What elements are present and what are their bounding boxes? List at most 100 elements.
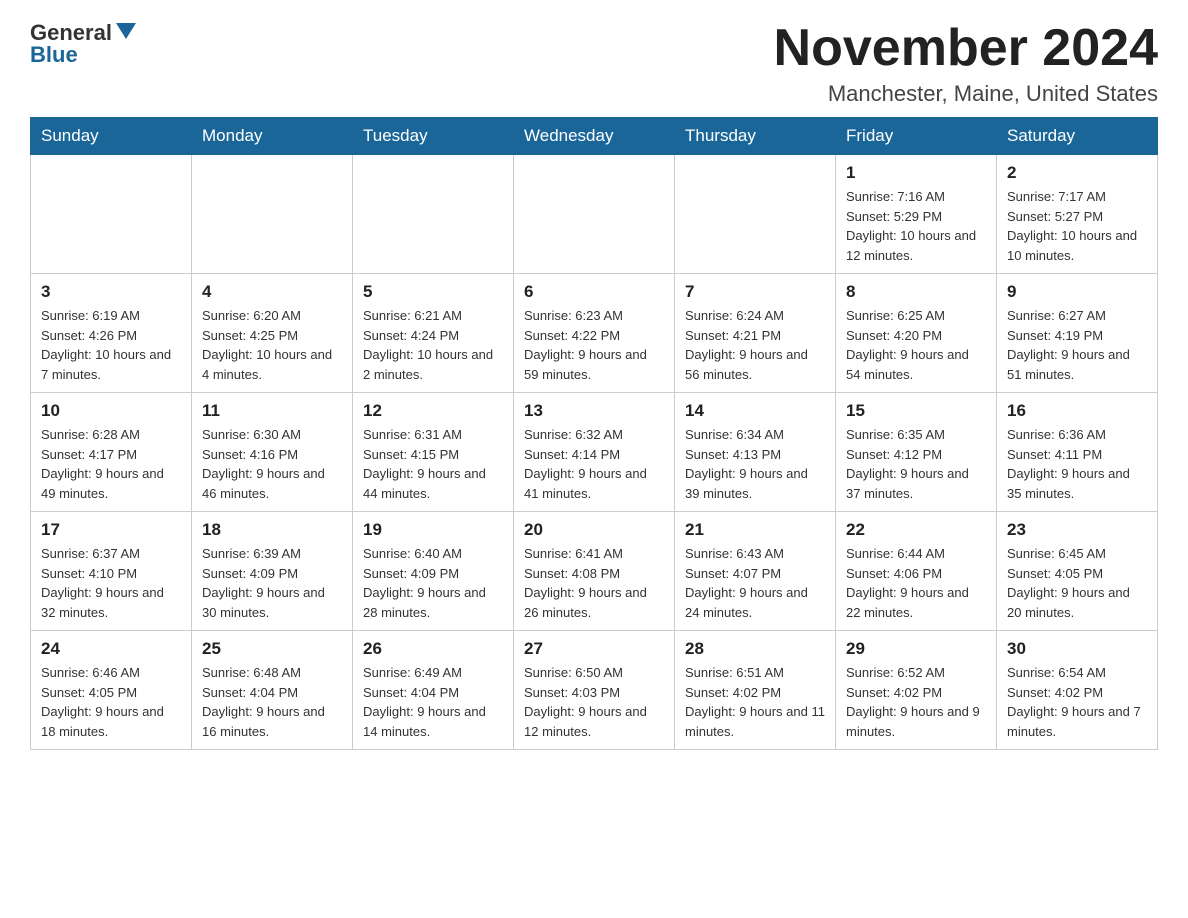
day-info: Sunrise: 6:23 AMSunset: 4:22 PMDaylight:… xyxy=(524,306,664,384)
day-info: Sunrise: 6:34 AMSunset: 4:13 PMDaylight:… xyxy=(685,425,825,503)
day-number: 26 xyxy=(363,639,503,659)
day-number: 24 xyxy=(41,639,181,659)
table-row: 17 Sunrise: 6:37 AMSunset: 4:10 PMDayligh… xyxy=(31,512,192,631)
day-number: 8 xyxy=(846,282,986,302)
day-number: 2 xyxy=(1007,163,1147,183)
table-row: 18 Sunrise: 6:39 AMSunset: 4:09 PMDayligh… xyxy=(192,512,353,631)
day-info: Sunrise: 6:21 AMSunset: 4:24 PMDaylight:… xyxy=(363,306,503,384)
day-number: 30 xyxy=(1007,639,1147,659)
table-row: 11Sunrise: 6:30 AMSunset: 4:16 PMDayligh… xyxy=(192,393,353,512)
day-number: 6 xyxy=(524,282,664,302)
page-header: General Blue November 2024 Manchester, M… xyxy=(30,20,1158,107)
day-number: 16 xyxy=(1007,401,1147,421)
day-number: 5 xyxy=(363,282,503,302)
day-number: 25 xyxy=(202,639,342,659)
day-info: Sunrise: 6:40 AMSunset: 4:09 PMDaylight:… xyxy=(363,544,503,622)
day-info: Sunrise: 6:35 AMSunset: 4:12 PMDaylight:… xyxy=(846,425,986,503)
calendar-table: Sunday Monday Tuesday Wednesday Thursday… xyxy=(30,117,1158,750)
table-row: 20Sunrise: 6:41 AMSunset: 4:08 PMDayligh… xyxy=(514,512,675,631)
calendar-week-row: 1 Sunrise: 7:16 AMSunset: 5:29 PMDaylight… xyxy=(31,155,1158,274)
table-row: 6 Sunrise: 6:23 AMSunset: 4:22 PMDaylight… xyxy=(514,274,675,393)
day-info: Sunrise: 6:43 AMSunset: 4:07 PMDaylight:… xyxy=(685,544,825,622)
calendar-week-row: 10Sunrise: 6:28 AMSunset: 4:17 PMDayligh… xyxy=(31,393,1158,512)
col-thursday: Thursday xyxy=(675,118,836,155)
col-sunday: Sunday xyxy=(31,118,192,155)
table-row: 22 Sunrise: 6:44 AMSunset: 4:06 PMDayligh… xyxy=(836,512,997,631)
day-info: Sunrise: 7:17 AMSunset: 5:27 PMDaylight:… xyxy=(1007,187,1147,265)
day-number: 9 xyxy=(1007,282,1147,302)
table-row: 1 Sunrise: 7:16 AMSunset: 5:29 PMDaylight… xyxy=(836,155,997,274)
day-number: 28 xyxy=(685,639,825,659)
day-info: Sunrise: 6:39 AMSunset: 4:09 PMDaylight:… xyxy=(202,544,342,622)
calendar-header-row: Sunday Monday Tuesday Wednesday Thursday… xyxy=(31,118,1158,155)
table-row: 29 Sunrise: 6:52 AMSunset: 4:02 PMDayligh… xyxy=(836,631,997,750)
table-row: 5 Sunrise: 6:21 AMSunset: 4:24 PMDaylight… xyxy=(353,274,514,393)
day-number: 21 xyxy=(685,520,825,540)
table-row: 13Sunrise: 6:32 AMSunset: 4:14 PMDayligh… xyxy=(514,393,675,512)
day-info: Sunrise: 6:48 AMSunset: 4:04 PMDaylight:… xyxy=(202,663,342,741)
day-info: Sunrise: 6:45 AMSunset: 4:05 PMDaylight:… xyxy=(1007,544,1147,622)
day-info: Sunrise: 6:50 AMSunset: 4:03 PMDaylight:… xyxy=(524,663,664,741)
table-row: 14 Sunrise: 6:34 AMSunset: 4:13 PMDayligh… xyxy=(675,393,836,512)
table-row xyxy=(31,155,192,274)
day-info: Sunrise: 6:36 AMSunset: 4:11 PMDaylight:… xyxy=(1007,425,1147,503)
logo: General Blue xyxy=(30,20,136,68)
day-number: 23 xyxy=(1007,520,1147,540)
table-row: 23 Sunrise: 6:45 AMSunset: 4:05 PMDayligh… xyxy=(997,512,1158,631)
col-friday: Friday xyxy=(836,118,997,155)
day-info: Sunrise: 6:31 AMSunset: 4:15 PMDaylight:… xyxy=(363,425,503,503)
location-text: Manchester, Maine, United States xyxy=(774,81,1158,107)
table-row xyxy=(192,155,353,274)
day-number: 15 xyxy=(846,401,986,421)
calendar-week-row: 17 Sunrise: 6:37 AMSunset: 4:10 PMDayligh… xyxy=(31,512,1158,631)
table-row: 8 Sunrise: 6:25 AMSunset: 4:20 PMDaylight… xyxy=(836,274,997,393)
day-number: 18 xyxy=(202,520,342,540)
day-info: Sunrise: 6:46 AMSunset: 4:05 PMDaylight:… xyxy=(41,663,181,741)
month-title: November 2024 xyxy=(774,20,1158,77)
day-info: Sunrise: 6:25 AMSunset: 4:20 PMDaylight:… xyxy=(846,306,986,384)
table-row: 9 Sunrise: 6:27 AMSunset: 4:19 PMDaylight… xyxy=(997,274,1158,393)
day-number: 4 xyxy=(202,282,342,302)
col-tuesday: Tuesday xyxy=(353,118,514,155)
table-row xyxy=(514,155,675,274)
day-number: 29 xyxy=(846,639,986,659)
table-row: 27 Sunrise: 6:50 AMSunset: 4:03 PMDayligh… xyxy=(514,631,675,750)
table-row: 7 Sunrise: 6:24 AMSunset: 4:21 PMDaylight… xyxy=(675,274,836,393)
table-row xyxy=(353,155,514,274)
day-number: 14 xyxy=(685,401,825,421)
table-row: 26 Sunrise: 6:49 AMSunset: 4:04 PMDayligh… xyxy=(353,631,514,750)
table-row: 16 Sunrise: 6:36 AMSunset: 4:11 PMDayligh… xyxy=(997,393,1158,512)
day-number: 1 xyxy=(846,163,986,183)
day-info: Sunrise: 6:49 AMSunset: 4:04 PMDaylight:… xyxy=(363,663,503,741)
table-row: 28Sunrise: 6:51 AMSunset: 4:02 PMDayligh… xyxy=(675,631,836,750)
day-info: Sunrise: 6:20 AMSunset: 4:25 PMDaylight:… xyxy=(202,306,342,384)
day-info: Sunrise: 6:37 AMSunset: 4:10 PMDaylight:… xyxy=(41,544,181,622)
table-row: 10Sunrise: 6:28 AMSunset: 4:17 PMDayligh… xyxy=(31,393,192,512)
day-number: 13 xyxy=(524,401,664,421)
col-saturday: Saturday xyxy=(997,118,1158,155)
day-number: 3 xyxy=(41,282,181,302)
day-info: Sunrise: 6:27 AMSunset: 4:19 PMDaylight:… xyxy=(1007,306,1147,384)
day-info: Sunrise: 6:44 AMSunset: 4:06 PMDaylight:… xyxy=(846,544,986,622)
day-info: Sunrise: 6:24 AMSunset: 4:21 PMDaylight:… xyxy=(685,306,825,384)
table-row: 3 Sunrise: 6:19 AMSunset: 4:26 PMDaylight… xyxy=(31,274,192,393)
title-section: November 2024 Manchester, Maine, United … xyxy=(774,20,1158,107)
table-row: 24 Sunrise: 6:46 AMSunset: 4:05 PMDayligh… xyxy=(31,631,192,750)
day-number: 27 xyxy=(524,639,664,659)
table-row: 15 Sunrise: 6:35 AMSunset: 4:12 PMDayligh… xyxy=(836,393,997,512)
table-row: 30 Sunrise: 6:54 AMSunset: 4:02 PMDayligh… xyxy=(997,631,1158,750)
calendar-week-row: 24 Sunrise: 6:46 AMSunset: 4:05 PMDayligh… xyxy=(31,631,1158,750)
day-info: Sunrise: 6:52 AMSunset: 4:02 PMDaylight:… xyxy=(846,663,986,741)
day-number: 20 xyxy=(524,520,664,540)
day-info: Sunrise: 6:19 AMSunset: 4:26 PMDaylight:… xyxy=(41,306,181,384)
day-info: Sunrise: 7:16 AMSunset: 5:29 PMDaylight:… xyxy=(846,187,986,265)
day-info: Sunrise: 6:30 AMSunset: 4:16 PMDaylight:… xyxy=(202,425,342,503)
day-number: 10 xyxy=(41,401,181,421)
calendar-week-row: 3 Sunrise: 6:19 AMSunset: 4:26 PMDaylight… xyxy=(31,274,1158,393)
col-monday: Monday xyxy=(192,118,353,155)
day-number: 17 xyxy=(41,520,181,540)
day-number: 19 xyxy=(363,520,503,540)
day-info: Sunrise: 6:54 AMSunset: 4:02 PMDaylight:… xyxy=(1007,663,1147,741)
day-number: 7 xyxy=(685,282,825,302)
day-number: 22 xyxy=(846,520,986,540)
